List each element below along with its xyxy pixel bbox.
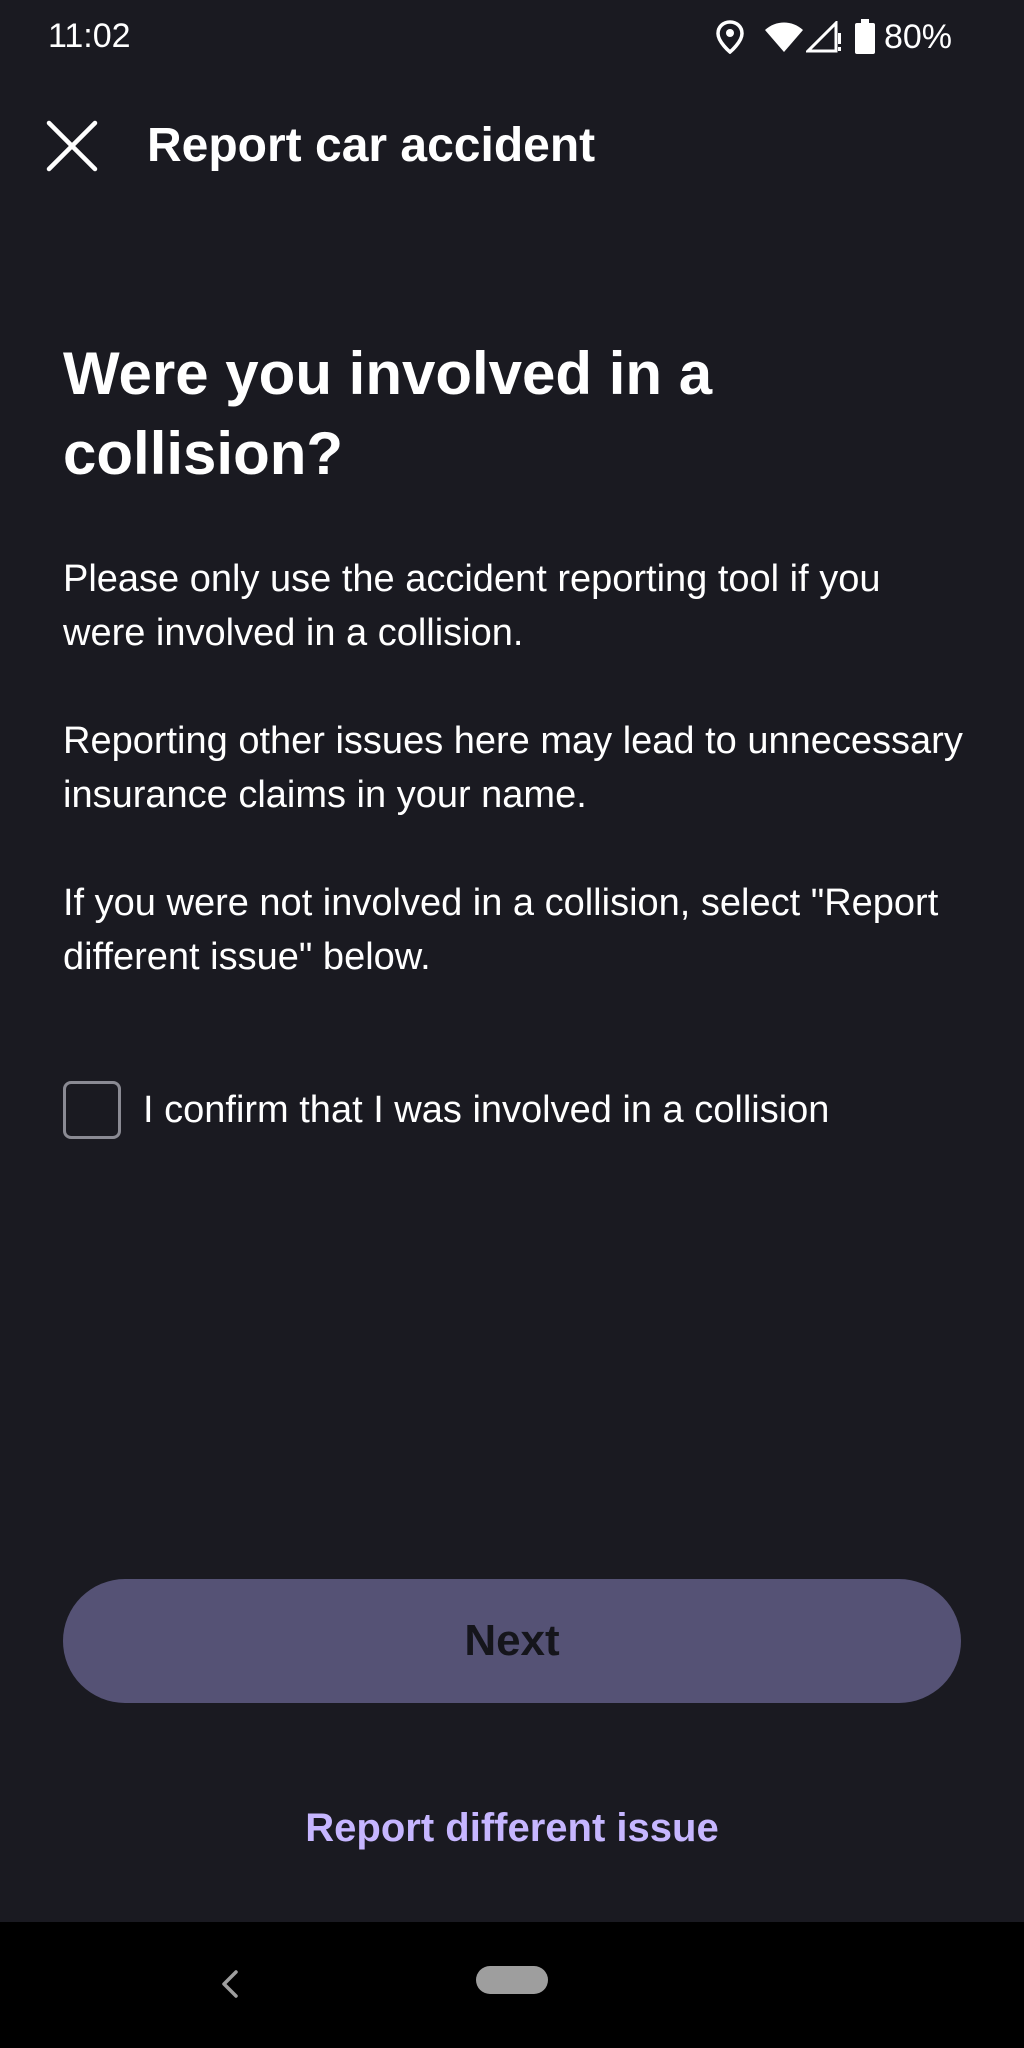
system-nav-bar bbox=[0, 1922, 1024, 2048]
report-accident-screen: 11:02 80% Report car accident Were you i… bbox=[0, 0, 1024, 2048]
report-different-issue-link[interactable]: Report different issue bbox=[0, 1800, 1024, 1856]
close-button[interactable] bbox=[36, 114, 108, 178]
info-paragraph-2: Reporting other issues here may lead to … bbox=[63, 720, 963, 816]
page-heading: Were you involved in a collision? bbox=[63, 340, 713, 487]
next-button[interactable]: Next bbox=[63, 1579, 961, 1703]
info-paragraph-1: Please only use the accident reporting t… bbox=[63, 558, 881, 654]
close-icon bbox=[46, 120, 98, 172]
confirm-collision-label[interactable]: I confirm that I was involved in a colli… bbox=[143, 1085, 829, 1135]
battery-percentage: 80% bbox=[883, 18, 952, 56]
home-pill-icon[interactable] bbox=[476, 1966, 548, 1994]
battery-icon bbox=[854, 19, 875, 54]
location-icon bbox=[716, 20, 744, 54]
confirm-collision-checkbox[interactable] bbox=[63, 1081, 121, 1139]
confirm-collision-checkbox-row[interactable]: I confirm that I was involved in a colli… bbox=[63, 1078, 829, 1142]
status-time: 11:02 bbox=[48, 17, 131, 55]
back-chevron-icon[interactable] bbox=[210, 1962, 250, 2006]
top-app-bar: Report car accident bbox=[0, 100, 1024, 192]
status-bar: 11:02 80% bbox=[0, 0, 1024, 74]
screen-title: Report car accident bbox=[147, 119, 596, 172]
wifi-icon bbox=[764, 22, 803, 52]
status-icons: 80% bbox=[716, 14, 952, 60]
cellular-signal-icon bbox=[805, 21, 841, 53]
info-paragraph-3: If you were not involved in a collision,… bbox=[63, 882, 939, 978]
